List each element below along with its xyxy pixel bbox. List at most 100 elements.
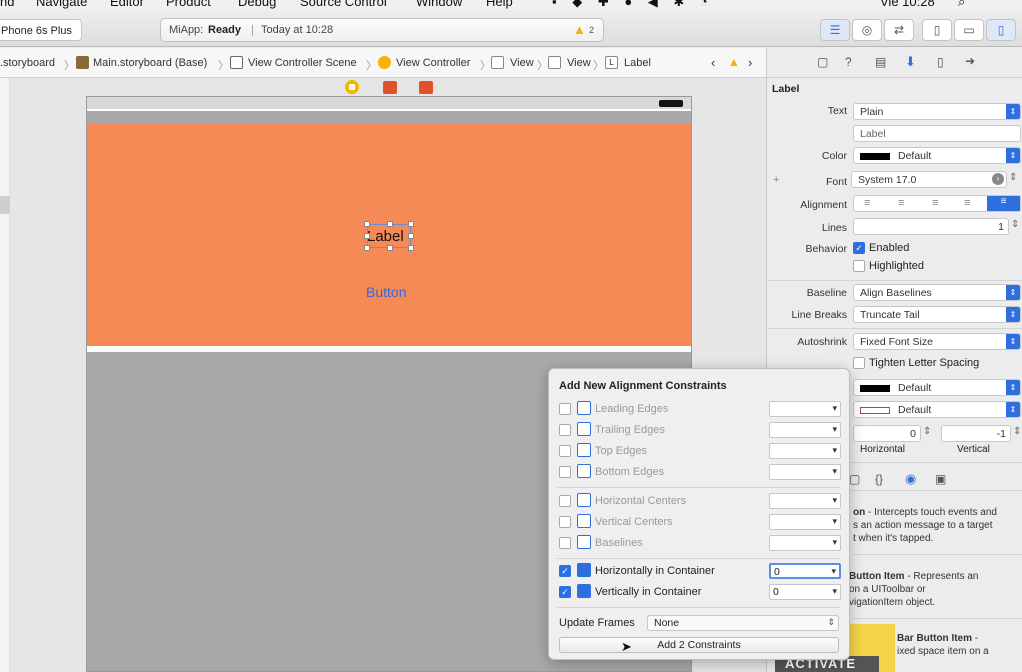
toggle-debug-area-button[interactable]: ▭ <box>954 19 984 41</box>
text-type-select[interactable]: Plain ⇕ <box>853 103 1021 120</box>
resize-handle[interactable] <box>387 221 393 227</box>
attributes-icon[interactable]: ⬇ <box>905 54 916 70</box>
top-edges-checkbox[interactable] <box>559 445 571 457</box>
shadow-offset-v-field[interactable]: -1 <box>941 425 1011 442</box>
update-frames-select[interactable]: None ⇕ <box>647 615 839 631</box>
highlighted-checkbox[interactable] <box>853 260 865 272</box>
scheme-device-selector[interactable]: Phone 6s Plus <box>0 19 82 41</box>
connections-icon[interactable]: ➜ <box>965 54 975 68</box>
enabled-checkbox[interactable]: ✓ <box>853 242 865 254</box>
library-item-button[interactable]: on - Intercepts touch events and s an ac… <box>853 506 1019 545</box>
resize-handle[interactable] <box>364 233 370 239</box>
resize-handle[interactable] <box>408 221 414 227</box>
resize-handle[interactable] <box>408 245 414 251</box>
font-stepper-icon[interactable]: ⇕ <box>1009 172 1017 183</box>
horizontal-centers-value[interactable] <box>769 493 841 509</box>
vertically-in-container-checkbox[interactable]: ✓ <box>559 586 571 598</box>
code-snippet-icon[interactable]: {} <box>875 472 883 486</box>
linebreaks-select[interactable]: Truncate Tail ⇕ <box>853 306 1021 323</box>
chevron-right-icon[interactable]: › <box>748 55 752 70</box>
align-justify-icon[interactable]: ≡ <box>964 197 970 209</box>
assistant-editor-button[interactable]: ◎ <box>852 19 882 41</box>
menu-item-product[interactable]: Product <box>166 0 211 9</box>
horizontally-in-container-value[interactable]: 0 <box>769 563 841 579</box>
vertically-in-container-value[interactable]: 0 <box>769 584 841 600</box>
autoshrink-select[interactable]: Fixed Font Size ⇕ <box>853 333 1021 350</box>
font-field[interactable]: System 17.0 › <box>851 171 1007 188</box>
identity-icon[interactable]: ▤ <box>875 55 886 69</box>
breadcrumb-label[interactable]: Label <box>624 57 651 69</box>
bottom-edges-checkbox[interactable] <box>559 466 571 478</box>
vertical-centers-value[interactable] <box>769 514 841 530</box>
search-icon[interactable]: ⌕ <box>958 0 965 10</box>
font-picker-icon[interactable]: › <box>992 173 1004 185</box>
resize-handle[interactable] <box>408 233 414 239</box>
menu-item-navigate[interactable]: Navigate <box>36 0 87 9</box>
shadow-color-select[interactable]: Default ⇕ <box>853 401 1021 418</box>
menu-item-help[interactable]: Help <box>486 0 513 9</box>
horizontal-centers-checkbox[interactable] <box>559 495 571 507</box>
vertical-centers-checkbox[interactable] <box>559 516 571 528</box>
baseline-select[interactable]: Align Baselines ⇕ <box>853 284 1021 301</box>
resize-handle[interactable] <box>387 245 393 251</box>
chevron-left-icon[interactable]: ‹ <box>711 55 715 70</box>
lines-stepper-icon[interactable]: ⇕ <box>1011 219 1019 230</box>
breadcrumb-main-storyboard[interactable]: Main.storyboard (Base) <box>93 57 207 69</box>
plus-icon[interactable]: + <box>773 174 779 186</box>
text-color-select[interactable]: Default ⇕ <box>853 147 1021 164</box>
standard-editor-button[interactable]: ☰ <box>820 19 850 41</box>
view-controller-dock-icon[interactable] <box>345 80 359 94</box>
top-edges-value[interactable] <box>769 443 841 459</box>
align-right-icon[interactable]: ≡ <box>932 197 938 209</box>
orange-view[interactable]: Label Button <box>87 124 691 352</box>
menu-item-find[interactable]: nd <box>0 0 14 9</box>
object-library-icon[interactable]: ◉ <box>905 471 916 487</box>
breadcrumb-view-controller[interactable]: View Controller <box>396 57 470 69</box>
trailing-edges-value[interactable] <box>769 422 841 438</box>
baselines-value[interactable] <box>769 535 841 551</box>
trailing-edges-checkbox[interactable] <box>559 424 571 436</box>
first-responder-icon[interactable] <box>383 81 397 94</box>
toggle-navigator-button[interactable]: ▯ <box>922 19 952 41</box>
horizontally-in-container-checkbox[interactable]: ✓ <box>559 565 571 577</box>
align-natural-icon[interactable]: ≡ <box>987 196 1020 211</box>
warning-icon[interactable]: ▲ <box>728 55 740 69</box>
menu-item-editor[interactable]: Editor <box>110 0 144 9</box>
leading-edges-checkbox[interactable] <box>559 403 571 415</box>
menu-item-debug[interactable]: Debug <box>238 0 276 9</box>
toggle-utilities-button[interactable]: ▯ <box>986 19 1016 41</box>
exit-icon[interactable] <box>419 81 433 94</box>
shadow-offset-h-field[interactable]: 0 <box>853 425 921 442</box>
button-element[interactable]: Button <box>366 284 406 300</box>
warning-icon[interactable]: ▲ <box>573 22 586 37</box>
resize-handle[interactable] <box>364 245 370 251</box>
stepper-icon[interactable]: ⇕ <box>1013 426 1021 437</box>
breadcrumb-view-controller-scene[interactable]: View Controller Scene <box>248 57 357 69</box>
stepper-icon[interactable]: ⇕ <box>923 426 931 437</box>
align-center-icon[interactable]: ≡ <box>898 197 904 209</box>
text-content-field[interactable]: Label <box>853 125 1021 142</box>
breadcrumb-view-2[interactable]: View <box>567 57 591 69</box>
add-constraints-button[interactable]: Add 2 Constraints <box>559 637 839 653</box>
library-item-fixed-space[interactable]: Bar Button Item - ixed space item on a <box>897 632 1021 658</box>
tighten-checkbox[interactable] <box>853 357 865 369</box>
media-library-icon[interactable]: ▣ <box>935 472 946 486</box>
leading-edges-value[interactable] <box>769 401 841 417</box>
label-element[interactable]: Label <box>364 221 414 251</box>
resize-handle[interactable] <box>364 221 370 227</box>
size-icon[interactable]: ▯ <box>937 55 944 69</box>
alignment-control[interactable]: ≡ ≡ ≡ ≡ ≡ <box>853 195 1021 212</box>
version-editor-button[interactable]: ⇄ <box>884 19 914 41</box>
breadcrumb-storyboard-file[interactable]: .storyboard <box>0 57 55 69</box>
file-template-icon[interactable]: ▢ <box>849 472 860 486</box>
baselines-checkbox[interactable] <box>559 537 571 549</box>
highlight-color-select[interactable]: Default ⇕ <box>853 379 1021 396</box>
menu-item-source-control[interactable]: Source Control <box>300 0 387 9</box>
menu-item-window[interactable]: Window <box>416 0 462 9</box>
bottom-edges-value[interactable] <box>769 464 841 480</box>
file-icon[interactable]: ▢ <box>817 55 828 69</box>
align-left-icon[interactable]: ≡ <box>864 197 870 209</box>
library-item-bar-button[interactable]: Button Item - Represents an on a UIToolb… <box>849 570 1019 609</box>
lines-field[interactable]: 1 <box>853 218 1009 235</box>
breadcrumb-view-1[interactable]: View <box>510 57 534 69</box>
